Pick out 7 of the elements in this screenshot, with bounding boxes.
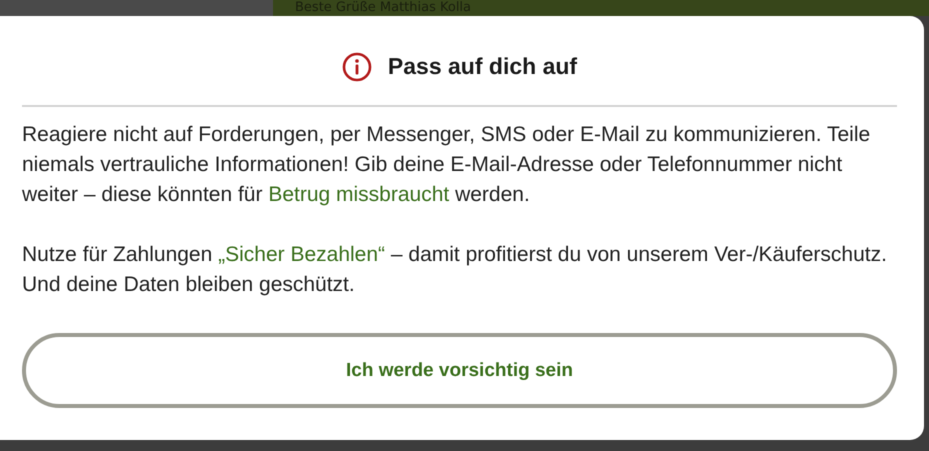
dialog-title: Pass auf dich auf [388, 53, 578, 80]
warning-paragraph: Nutze für Zahlungen „Sicher Bezahlen“ – damit profitierst du von unserem Ver-/Käuferschutz. Und deine Daten bleiben geschützt. [22, 242, 888, 298]
confirm-button[interactable]: Ich werde vorsichtig sein [22, 333, 897, 408]
text-link[interactable]: Betrug missbraucht [268, 183, 450, 206]
warning-paragraph: Reagiere nicht auf Forderungen, per Messenger, SMS oder E-Mail zu kommunizieren. Teile niemals vertrauliche Informationen! Gib deine E-Mail-Adresse oder Telefonnummer nicht weiter – diese könnten für Betrug missbraucht werden. [22, 122, 872, 208]
text-link[interactable]: „Sicher Bezahlen“ [218, 243, 386, 266]
info-icon [342, 52, 372, 82]
